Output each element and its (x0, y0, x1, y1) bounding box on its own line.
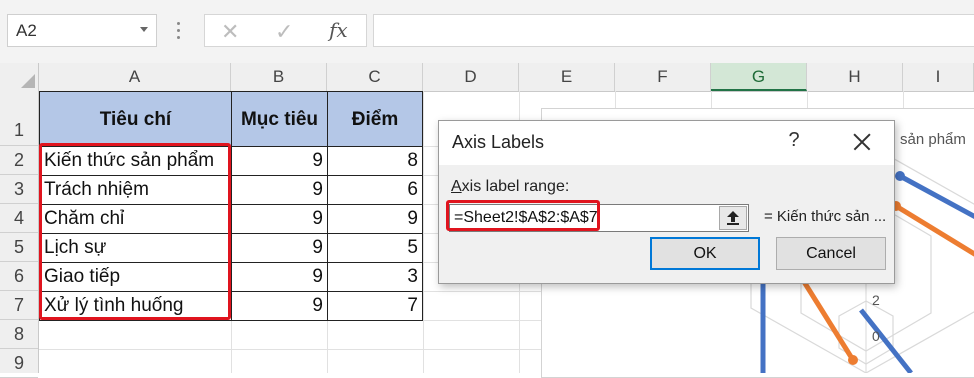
accelerator-key: A (451, 178, 462, 195)
series-point-score (848, 355, 858, 365)
header-cell-criterion[interactable]: Tiêu chí (39, 91, 232, 147)
row-header-1[interactable]: 1 (0, 91, 38, 146)
cell-score[interactable]: 5 (327, 233, 423, 263)
gridline (423, 91, 424, 373)
cell-target[interactable]: 9 (231, 233, 328, 263)
axis-label-range-label: Axis label range: (451, 178, 569, 196)
row-header-8[interactable]: 8 (0, 320, 38, 349)
cancel-button[interactable]: Cancel (776, 237, 886, 270)
cell-target[interactable]: 9 (231, 291, 328, 321)
chart-tick-label: 2 (872, 292, 880, 308)
cell-target[interactable]: 9 (231, 175, 328, 205)
enter-icon[interactable]: ✓ (275, 19, 293, 45)
column-header-d[interactable]: D (423, 63, 519, 91)
formula-bar-area: A2 ✕ ✓ fx (0, 0, 974, 63)
column-header-g[interactable]: G (711, 63, 807, 91)
dialog-titlebar[interactable]: Axis Labels ? (439, 121, 894, 165)
cell-score[interactable]: 3 (327, 262, 423, 292)
row-headers: 1 2 3 4 5 6 7 8 9 (0, 91, 39, 378)
chart-tick-label: 0 (872, 328, 880, 344)
collapse-dialog-button[interactable] (719, 206, 747, 230)
cell-target[interactable]: 9 (231, 204, 328, 234)
cell-score[interactable]: 7 (327, 291, 423, 321)
row-header-4[interactable]: 4 (0, 204, 38, 233)
row-header-5[interactable]: 5 (0, 233, 38, 262)
field-label-text: xis label range: (461, 178, 570, 195)
dialog-title: Axis Labels (452, 132, 545, 152)
cell-target[interactable]: 9 (231, 262, 328, 292)
collapse-arrow-icon (727, 211, 739, 225)
range-highlight (39, 143, 231, 320)
insert-function-icon[interactable]: fx (329, 18, 348, 42)
column-header-e[interactable]: E (519, 63, 615, 91)
column-header-f[interactable]: F (615, 63, 711, 91)
name-box[interactable]: A2 (7, 14, 157, 47)
series-line-target (859, 308, 913, 373)
column-header-i[interactable]: I (903, 63, 974, 91)
column-headers: A B C D E F G H I (0, 63, 974, 92)
name-box-value: A2 (16, 21, 37, 40)
row-header-9[interactable]: 9 (0, 349, 38, 378)
drag-handle-icon[interactable] (177, 22, 180, 40)
select-all-button[interactable] (0, 63, 39, 91)
cell-target[interactable]: 9 (231, 146, 328, 176)
cell-score[interactable]: 9 (327, 204, 423, 234)
cell-score[interactable]: 8 (327, 146, 423, 176)
row-header-3[interactable]: 3 (0, 175, 38, 204)
help-icon[interactable]: ? (784, 129, 804, 152)
column-header-h[interactable]: H (807, 63, 903, 91)
formula-buttons: ✕ ✓ fx (204, 14, 367, 47)
chevron-down-icon[interactable] (140, 27, 148, 32)
row-header-7[interactable]: 7 (0, 291, 38, 320)
header-cell-score[interactable]: Điểm (327, 91, 423, 147)
series-line-score (894, 203, 974, 257)
column-header-c[interactable]: C (327, 63, 423, 91)
range-preview: = Kiến thức sản ... (764, 208, 887, 225)
row-header-2[interactable]: 2 (0, 146, 38, 175)
header-cell-target[interactable]: Mục tiêu (231, 91, 328, 147)
cancel-icon[interactable]: ✕ (221, 19, 239, 45)
cell-score[interactable]: 6 (327, 175, 423, 205)
input-highlight (446, 200, 600, 231)
column-header-b[interactable]: B (231, 63, 327, 91)
column-header-a[interactable]: A (39, 63, 231, 91)
row-header-6[interactable]: 6 (0, 262, 38, 291)
ok-button[interactable]: OK (650, 237, 760, 270)
series-point-target (895, 171, 905, 181)
formula-input[interactable] (373, 14, 974, 47)
chart-category-label: sản phẩm (900, 131, 966, 148)
close-icon[interactable] (845, 127, 879, 157)
